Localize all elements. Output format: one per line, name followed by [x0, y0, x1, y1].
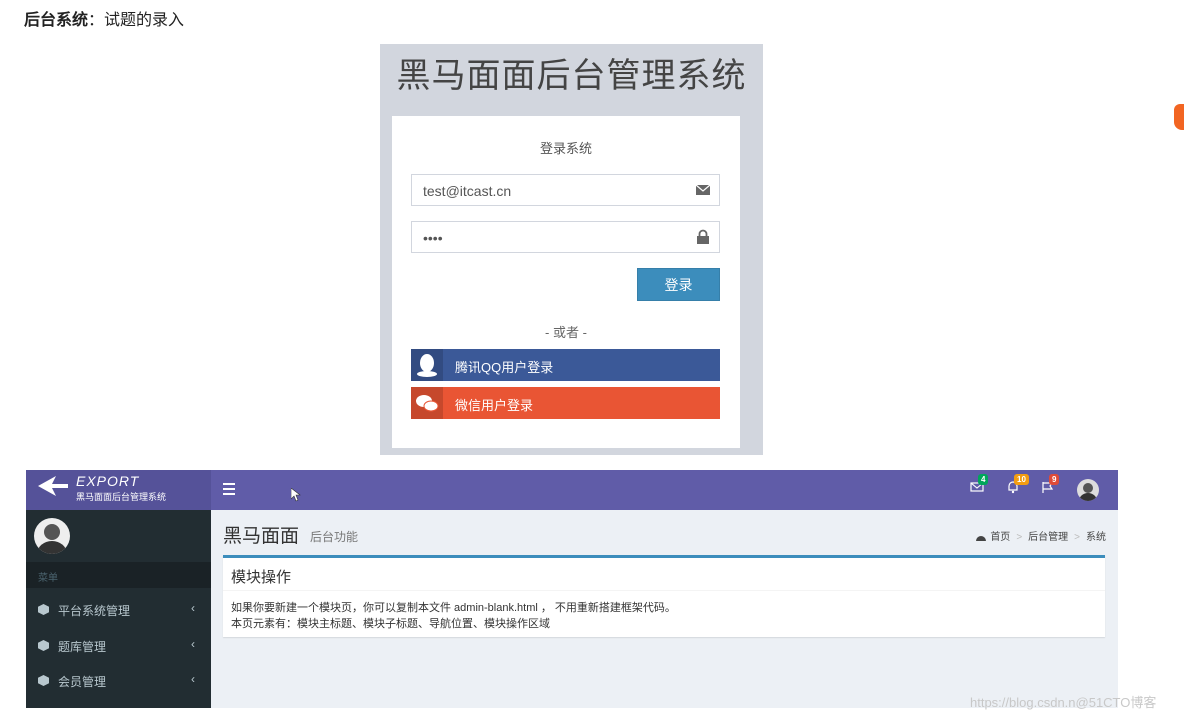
wechat-login-button[interactable]: 微信用户登录	[411, 387, 720, 419]
email-value: test@itcast.cn	[423, 183, 512, 199]
cube-icon	[38, 640, 49, 651]
login-box: 登录系统 test@itcast.cn •••• 登录 - 或者 - 腾讯QQ用…	[392, 116, 740, 448]
section-heading: 后台系统：试题的录入	[24, 6, 184, 30]
sidebar-item-label: 会员管理	[58, 675, 107, 689]
wechat-icon	[411, 387, 443, 419]
lock-icon	[697, 229, 709, 244]
sidebar: 菜单 平台系统管理 ‹ 题库管理 ‹ 会员管理 ‹	[26, 510, 211, 708]
breadcrumb: 首页 > 后台管理 > 系统	[976, 528, 1106, 543]
content-area: 黑马面面 后台功能 首页 > 后台管理 > 系统 模块操作 如果你要新建一个模块页，你可…	[211, 510, 1118, 708]
box-text-line2: 本页元素有：模块主标题、模块子标题、导航位置、模块操作区域	[231, 618, 550, 630]
menu-header: 菜单	[26, 562, 211, 588]
envelope-icon	[695, 184, 711, 195]
breadcrumb-system: 系统	[1086, 532, 1106, 543]
module-box: 模块操作 如果你要新建一个模块页，你可以复制本文件 admin-blank.ht…	[223, 555, 1105, 637]
admin-screenshot: EXPORT 黑马面面后台管理系统 4 10 9 菜单 平台系统管理 ‹ 题库管…	[26, 470, 1118, 708]
flags-badge: 9	[1049, 474, 1060, 485]
box-divider	[223, 590, 1105, 591]
user-avatar[interactable]	[34, 518, 70, 554]
breadcrumb-admin[interactable]: 后台管理	[1028, 532, 1068, 543]
flags-notification[interactable]: 9	[1041, 474, 1060, 494]
chevron-left-icon: ‹	[191, 601, 195, 615]
qq-login-button[interactable]: 腾讯QQ用户登录	[411, 349, 720, 381]
password-value: ••••	[423, 230, 443, 246]
top-navbar: EXPORT 黑马面面后台管理系统 4 10 9	[26, 470, 1118, 510]
sidebar-item-label: 题库管理	[58, 640, 107, 654]
login-subtitle: 登录系统	[539, 141, 592, 156]
chevron-left-icon: ‹	[191, 672, 195, 686]
login-title: 黑马面面后台管理系统	[396, 56, 747, 96]
menu-toggle-icon[interactable]	[223, 483, 235, 495]
side-tab-icon[interactable]	[1174, 104, 1184, 130]
qq-login-label: 腾讯QQ用户登录	[455, 360, 554, 375]
sidebar-item-platform[interactable]: 平台系统管理 ‹	[26, 592, 211, 626]
sidebar-item-label: 平台系统管理	[58, 604, 131, 618]
box-title: 模块操作	[231, 569, 292, 586]
mouse-cursor-icon	[291, 488, 301, 502]
cube-icon	[38, 675, 49, 686]
login-screenshot: 黑马面面后台管理系统 登录系统 test@itcast.cn •••• 登录 -…	[380, 44, 763, 455]
alerts-notification[interactable]: 10	[1006, 474, 1029, 494]
logo-subtitle: 黑马面面后台管理系统	[76, 492, 167, 502]
email-field[interactable]: test@itcast.cn	[411, 174, 720, 206]
heading-rest: ：试题的录入	[88, 12, 185, 29]
login-button[interactable]: 登录	[637, 268, 720, 301]
wechat-login-label: 微信用户登录	[455, 398, 534, 413]
heading-bold: 后台系统	[24, 12, 89, 29]
mail-notification[interactable]: 4	[970, 474, 989, 494]
or-divider: - 或者 -	[545, 325, 587, 340]
chevron-left-icon: ‹	[191, 637, 195, 651]
mail-badge: 4	[978, 474, 989, 485]
logo[interactable]: EXPORT 黑马面面后台管理系统	[26, 470, 211, 510]
alerts-badge: 10	[1014, 474, 1029, 485]
user-avatar-top[interactable]	[1077, 479, 1099, 501]
qq-icon	[411, 349, 443, 381]
breadcrumb-home[interactable]: 首页	[990, 532, 1010, 543]
logo-title: EXPORT	[76, 473, 140, 489]
sidebar-item-question-bank[interactable]: 题库管理 ‹	[26, 628, 211, 662]
cube-icon	[38, 604, 49, 615]
logo-arrow-icon	[38, 476, 68, 496]
page-title: 黑马面面	[223, 526, 300, 547]
dashboard-icon	[976, 536, 987, 541]
box-text-line1: 如果你要新建一个模块页，你可以复制本文件 admin-blank.html ， …	[231, 602, 676, 614]
password-field[interactable]: ••••	[411, 221, 720, 253]
page-subtitle: 后台功能	[310, 530, 359, 544]
sidebar-item-members[interactable]: 会员管理 ‹	[26, 663, 211, 697]
watermark: https://blog.csdn.n@51CTO博客	[970, 695, 1157, 710]
